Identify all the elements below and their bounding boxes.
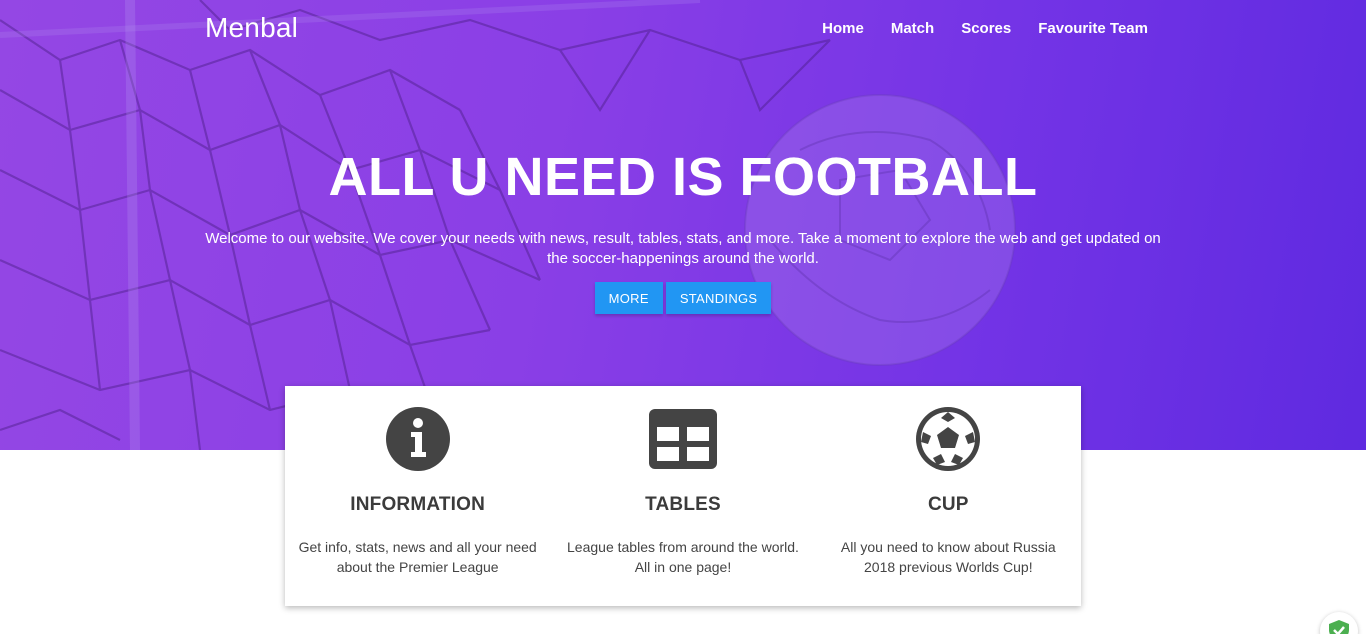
feature-text: Get info, stats, news and all your need …: [298, 539, 537, 575]
standings-button[interactable]: STANDINGS: [665, 282, 772, 314]
brand-logo[interactable]: Menbal: [205, 12, 298, 44]
main-nav: Home Match Scores Favourite Team: [822, 20, 1148, 37]
feature-cup: CUP All you need to know about Russia 20…: [816, 386, 1081, 606]
feature-title: TABLES: [645, 494, 721, 515]
features-card: INFORMATION Get info, stats, news and al…: [285, 386, 1081, 606]
nav-favourite-team[interactable]: Favourite Team: [1038, 20, 1148, 37]
soccer-ball-icon: [816, 406, 1081, 472]
hero-title: ALL U NEED IS FOOTBALL: [328, 147, 1038, 207]
nav-match[interactable]: Match: [891, 20, 934, 37]
hero-section: Menbal Home Match Scores Favourite Team …: [0, 0, 1366, 450]
nav-home[interactable]: Home: [822, 20, 864, 37]
feature-title: INFORMATION: [350, 494, 486, 515]
table-icon: [550, 406, 815, 472]
feature-text: League tables from around the world. All…: [567, 539, 799, 575]
feature-text: All you need to know about Russia 2018 p…: [840, 539, 1056, 575]
feature-information: INFORMATION Get info, stats, news and al…: [285, 386, 550, 606]
nav-scores[interactable]: Scores: [961, 20, 1011, 37]
more-button[interactable]: MORE: [594, 282, 663, 314]
hero-background-image: [0, 0, 1016, 450]
hero-description: Welcome to our website. We cover your ne…: [205, 230, 1161, 267]
shield-check-icon: [1329, 620, 1349, 634]
info-icon: [285, 406, 550, 472]
hero-buttons: MORE STANDINGS: [0, 282, 1366, 314]
feature-title: CUP: [927, 494, 969, 515]
feature-tables: TABLES League tables from around the wor…: [550, 386, 815, 606]
security-badge[interactable]: [1320, 612, 1358, 634]
